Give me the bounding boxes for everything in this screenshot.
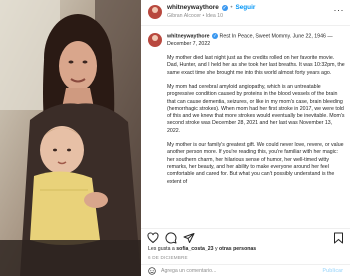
caption-username[interactable]: whitneywaythore xyxy=(167,34,210,40)
caption-paragraph: whitneywaythore ✓ Rest In Peace, Sweet M… xyxy=(167,33,345,48)
action-bar: Les gusta a sofia_costa_23 y otras perso… xyxy=(141,228,350,276)
post-panel: whitneywaythore ✓ • Seguir Gibran Alcoce… xyxy=(141,0,350,276)
share-icon[interactable] xyxy=(183,232,195,244)
emoji-icon[interactable] xyxy=(148,267,156,275)
publish-button[interactable]: Publicar xyxy=(323,268,343,274)
more-options-icon[interactable]: ··· xyxy=(334,6,345,15)
comment-bar: Publicar xyxy=(141,264,350,276)
post-header: whitneywaythore ✓ • Seguir Gibran Alcoce… xyxy=(141,0,350,26)
audio-subtitle[interactable]: Gibran Alcocer • Idea 10 xyxy=(167,13,223,19)
likes-line: Les gusta a sofia_costa_23 y otras perso… xyxy=(148,246,256,252)
post-date: 6 DE DICIEMBRE xyxy=(148,255,188,260)
caption-paragraph: My mother is our family's greatest gift.… xyxy=(167,142,344,185)
follow-button[interactable]: Seguir xyxy=(235,4,255,11)
bookmark-icon[interactable] xyxy=(333,232,344,244)
likes-prefix: Les gusta a xyxy=(148,246,175,252)
photo-image xyxy=(0,0,141,276)
header-separator: • xyxy=(230,4,233,11)
verified-badge-icon: ✓ xyxy=(212,33,219,39)
caption-area: whitneywaythore ✓ Rest In Peace, Sweet M… xyxy=(141,27,350,227)
comment-input[interactable] xyxy=(161,266,311,276)
caption-paragraph: My mother died last night just as the cr… xyxy=(167,55,345,76)
verified-badge-icon: ✓ xyxy=(221,4,228,11)
comment-icon[interactable] xyxy=(165,232,177,244)
instagram-post: whitneywaythore ✓ • Seguir Gibran Alcoce… xyxy=(0,0,350,276)
avatar[interactable] xyxy=(148,5,162,19)
header-user-line: whitneywaythore ✓ • Seguir xyxy=(167,4,255,11)
caption-paragraph: My mom had cerebral amyloid angiopathy, … xyxy=(167,83,345,134)
post-photo[interactable] xyxy=(0,0,141,276)
likes-middle: y xyxy=(214,246,218,252)
action-icons xyxy=(147,232,195,244)
likes-others[interactable]: otras personas xyxy=(219,246,256,252)
caption-avatar[interactable] xyxy=(148,33,162,47)
caption-text: whitneywaythore ✓ Rest In Peace, Sweet M… xyxy=(167,33,345,193)
header-username[interactable]: whitneywaythore xyxy=(167,4,219,11)
likes-user[interactable]: sofia_costa_23 xyxy=(176,246,213,252)
heart-icon[interactable] xyxy=(147,232,159,244)
